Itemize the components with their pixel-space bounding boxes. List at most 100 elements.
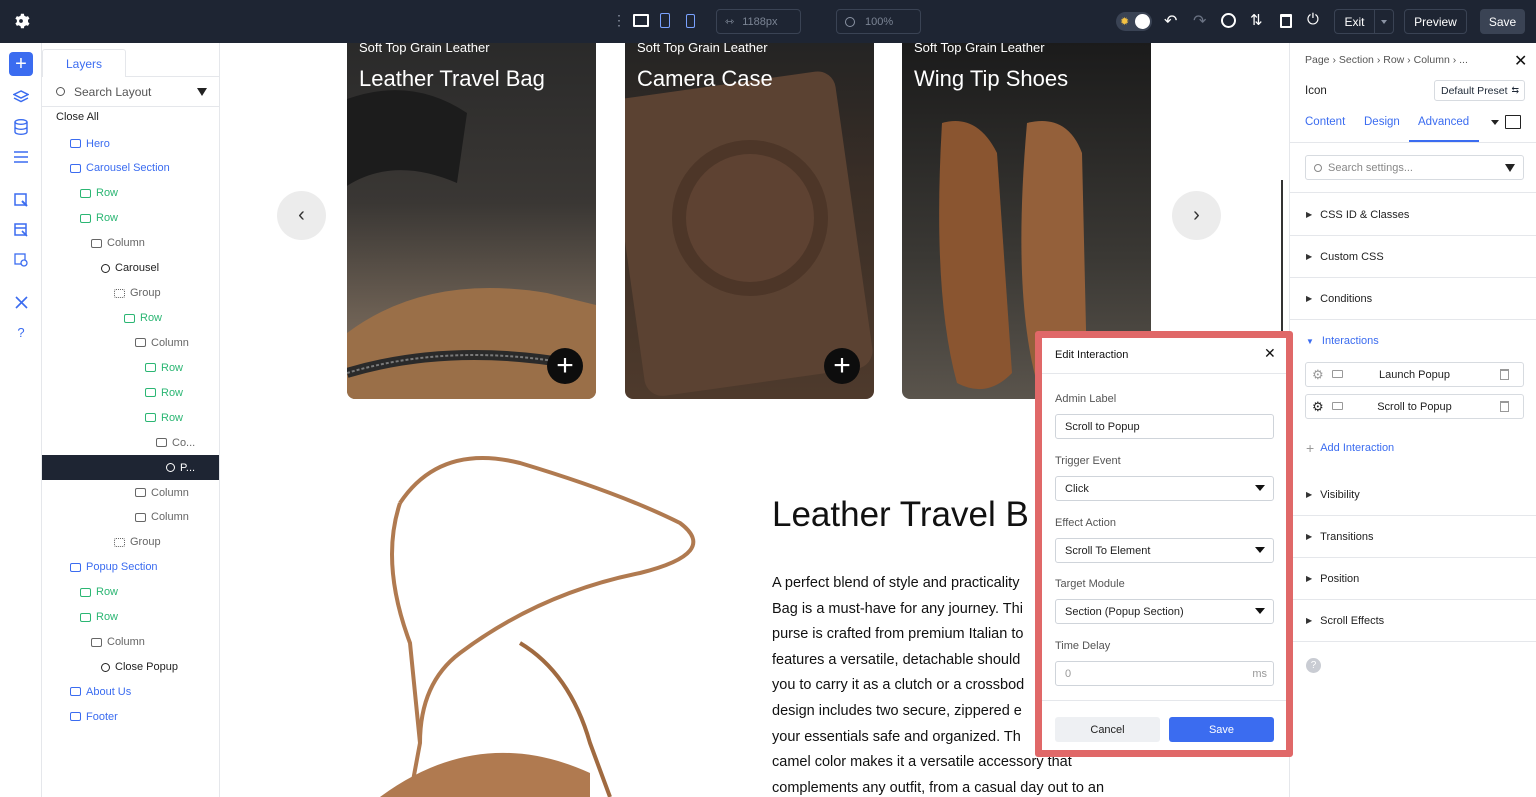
section-scroll-effects[interactable]: ▶ Scroll Effects xyxy=(1290,600,1536,642)
layer-item-column[interactable]: Column xyxy=(42,330,219,355)
layer-item-column[interactable]: Co... xyxy=(42,430,219,455)
layer-item-section[interactable]: Carousel Section xyxy=(42,156,219,181)
breadcrumb-item[interactable]: Row xyxy=(1383,54,1404,66)
add-plus-icon[interactable]: + xyxy=(547,348,583,384)
undo-icon[interactable]: ↶ xyxy=(1164,11,1177,31)
layer-item-section[interactable]: Popup Section xyxy=(42,555,219,580)
sort-arrows-icon[interactable]: ⇅ xyxy=(1250,11,1263,29)
tab-advanced[interactable]: Advanced xyxy=(1418,116,1469,128)
layer-item-column[interactable]: Column xyxy=(42,630,219,655)
layer-item-module[interactable]: Close Popup xyxy=(42,655,219,680)
page-settings-icon[interactable] xyxy=(11,190,31,210)
carousel-prev-button[interactable]: ‹ xyxy=(277,191,326,240)
modal-close-icon[interactable]: ✕ xyxy=(1264,345,1276,362)
interaction-item[interactable]: ⚙ Launch Popup xyxy=(1305,362,1524,387)
layer-item-row[interactable]: Row xyxy=(42,355,219,380)
tab-view-box-icon[interactable] xyxy=(1505,115,1521,129)
layer-item-column[interactable]: Column xyxy=(42,231,219,256)
section-transitions[interactable]: ▶ Transitions xyxy=(1290,516,1536,558)
layer-item-section[interactable]: Footer xyxy=(42,704,219,729)
layer-item-section[interactable]: About Us xyxy=(42,679,219,704)
section-css-id-classes[interactable]: ▶ CSS ID & Classes xyxy=(1290,194,1536,236)
layer-item-module[interactable]: Carousel xyxy=(42,256,219,281)
redo-icon[interactable]: ↷ xyxy=(1193,11,1206,31)
time-delay-input[interactable]: 0 ms xyxy=(1055,661,1274,686)
width-input[interactable]: ⇿ 1188px xyxy=(716,9,801,34)
layer-item-row[interactable]: Row xyxy=(42,181,219,206)
trash-icon[interactable] xyxy=(1280,14,1292,28)
layers-icon[interactable] xyxy=(11,87,31,107)
layers-search-input[interactable]: Search Layout xyxy=(42,77,219,107)
tablet-view-icon[interactable] xyxy=(660,13,670,28)
exit-dropdown-button[interactable] xyxy=(1374,9,1394,34)
carousel-next-button[interactable]: › xyxy=(1172,191,1221,240)
close-panel-icon[interactable]: ✕ xyxy=(1514,51,1527,71)
description-line: complements any outfit, from a casual da… xyxy=(772,779,1105,796)
add-element-button[interactable]: + xyxy=(9,52,33,76)
history-icon[interactable] xyxy=(1221,13,1236,28)
admin-label-input[interactable]: Scroll to Popup xyxy=(1055,414,1274,439)
section-interactions[interactable]: ▼ Interactions xyxy=(1290,320,1536,362)
help-circle-icon[interactable]: ? xyxy=(1306,658,1321,673)
breadcrumb-item[interactable]: Page xyxy=(1305,54,1330,66)
phone-view-icon[interactable] xyxy=(686,14,695,28)
modal-save-button[interactable]: Save xyxy=(1169,717,1274,742)
theme-toggle[interactable]: ✹ xyxy=(1116,12,1152,31)
target-module-select[interactable]: Section (Popup Section) xyxy=(1055,599,1274,624)
breadcrumb-item[interactable]: ... xyxy=(1459,54,1468,66)
desktop-view-icon[interactable] xyxy=(633,14,649,27)
layer-item-column[interactable]: Column xyxy=(42,480,219,505)
layer-item-column[interactable]: Column xyxy=(42,505,219,530)
preview-button[interactable]: Preview xyxy=(1404,9,1467,34)
interaction-item[interactable]: ⚙ Scroll to Popup xyxy=(1305,394,1524,419)
add-plus-icon[interactable]: + xyxy=(824,348,860,384)
tab-content[interactable]: Content xyxy=(1305,116,1345,128)
section-custom-css[interactable]: ▶ Custom CSS xyxy=(1290,236,1536,278)
close-all-button[interactable]: Close All xyxy=(56,111,99,123)
zoom-input[interactable]: 100% xyxy=(836,9,921,34)
power-icon[interactable]: ⏻ xyxy=(1307,11,1319,28)
trigger-event-select[interactable]: Click xyxy=(1055,476,1274,501)
layer-item-row[interactable]: Row xyxy=(42,380,219,405)
sliders-icon[interactable] xyxy=(11,147,31,167)
layer-item-group[interactable]: Group xyxy=(42,530,219,555)
layer-item-row[interactable]: Row xyxy=(42,206,219,231)
layer-item-row[interactable]: Row xyxy=(42,605,219,630)
section-visibility[interactable]: ▶ Visibility xyxy=(1290,474,1536,516)
interaction-trash-icon[interactable] xyxy=(1500,369,1509,380)
help-icon[interactable]: ? xyxy=(11,322,31,342)
layer-item-group[interactable]: Group xyxy=(42,281,219,306)
layer-item-row[interactable]: Row xyxy=(42,580,219,605)
tab-layers[interactable]: Layers xyxy=(42,49,126,77)
settings-filter-icon[interactable] xyxy=(1505,164,1515,172)
template-icon[interactable] xyxy=(11,220,31,240)
interaction-trash-icon[interactable] xyxy=(1500,401,1509,412)
settings-search-input[interactable]: Search settings... xyxy=(1305,155,1524,180)
section-position[interactable]: ▶ Position xyxy=(1290,558,1536,600)
breadcrumb-item[interactable]: Section xyxy=(1339,54,1374,66)
settings-gear-icon[interactable] xyxy=(12,12,30,30)
product-card[interactable]: Soft Top Grain Leather Leather Travel Ba… xyxy=(347,43,596,399)
scrollbar-indicator[interactable] xyxy=(1281,180,1283,340)
effect-action-select[interactable]: Scroll To Element xyxy=(1055,538,1274,563)
tools-icon[interactable] xyxy=(11,292,31,312)
tab-design[interactable]: Design xyxy=(1364,116,1400,128)
layer-item-section[interactable]: Hero xyxy=(42,131,219,156)
save-button[interactable]: Save xyxy=(1480,9,1525,34)
exit-button[interactable]: Exit xyxy=(1334,9,1374,34)
caret-right-icon: ▶ xyxy=(1306,210,1313,219)
preset-select[interactable]: Default Preset ⇆ xyxy=(1434,80,1525,101)
modal-cancel-button[interactable]: Cancel xyxy=(1055,717,1160,742)
layer-item-row[interactable]: Row xyxy=(42,405,219,430)
drag-handle-icon[interactable]: ⋮ xyxy=(612,12,626,29)
filter-icon[interactable] xyxy=(197,88,207,96)
search-replace-icon[interactable] xyxy=(11,250,31,270)
add-interaction-button[interactable]: + Add Interaction xyxy=(1306,440,1394,456)
tab-more-caret-icon[interactable] xyxy=(1491,120,1499,125)
database-icon[interactable] xyxy=(11,117,31,137)
layer-item-row[interactable]: Row xyxy=(42,306,219,331)
product-card[interactable]: Soft Top Grain Leather Camera Case + xyxy=(625,43,874,399)
layer-item-module-selected[interactable]: P... xyxy=(42,455,219,481)
section-conditions[interactable]: ▶ Conditions xyxy=(1290,278,1536,320)
breadcrumb-item[interactable]: Column xyxy=(1414,54,1450,66)
